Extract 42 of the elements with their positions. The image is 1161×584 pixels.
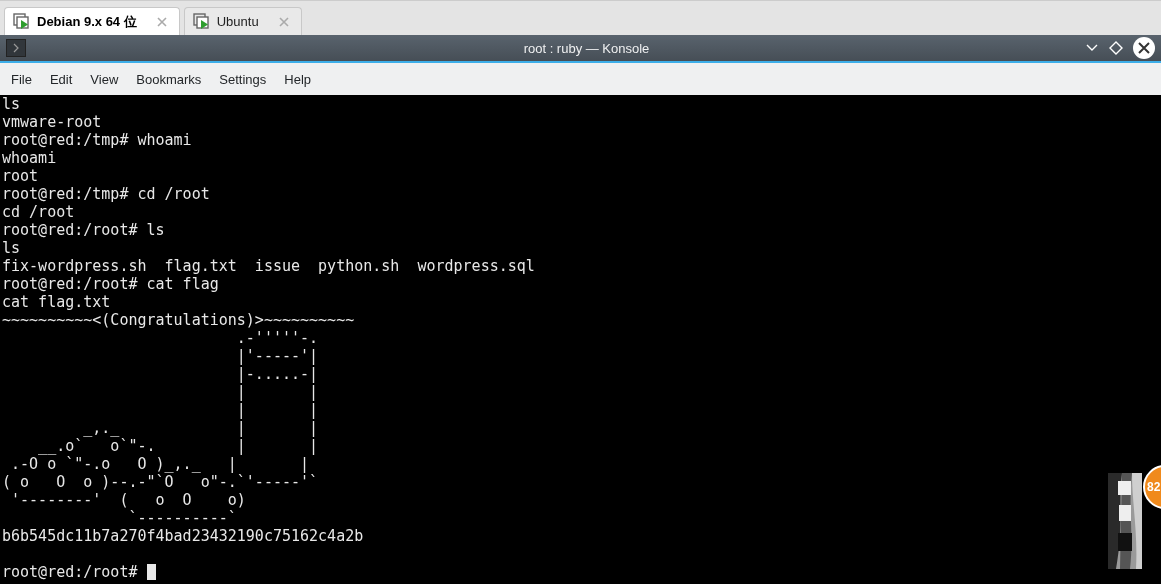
menu-item[interactable]: Bookmarks [127, 71, 211, 87]
terminal-line: b6b545dc11b7a270f4bad23432190c75162c4a2b [2, 527, 364, 545]
terminal-line: |-.....-| [235, 365, 319, 383]
terminal-line: | | [235, 383, 319, 401]
terminal-line: root@red:/tmp# whoami [2, 131, 192, 149]
terminal-line: fix-wordpress.sh flag.txt issue python.sh wordpress.sql [2, 257, 535, 275]
terminal-line: cat flag.txt [2, 293, 111, 311]
prompt-icon [12, 43, 20, 53]
menu-item[interactable]: View [81, 71, 128, 87]
terminal-line: vmware-root [2, 113, 102, 131]
terminal-line: '--------' ( o O o) [10, 491, 246, 509]
minimize-icon[interactable] [1085, 43, 1099, 53]
terminal-line: | | [235, 401, 319, 419]
vm-icon [192, 12, 211, 31]
terminal-line: ls [2, 239, 21, 257]
terminal-line: .-O o `"-.o O )_,._ | | [10, 455, 310, 473]
maximize-icon[interactable] [1109, 41, 1123, 55]
terminal-line: root@red:/root# ls [2, 221, 165, 239]
terminal-line: _,._ | | [82, 419, 319, 437]
terminal-line: .-'''''-. [235, 329, 319, 347]
terminal-prompt: root@red:/root# [2, 563, 139, 581]
terminal-line: __.o` o`"-. | | [37, 437, 319, 455]
terminal-line: ~~~~~~~~~~<(Congratulations)>~~~~~~~~~~ [2, 311, 355, 329]
app-menu-button[interactable] [6, 39, 26, 57]
vm-tab[interactable]: Ubuntu [183, 7, 302, 35]
menu-item[interactable]: Settings [210, 71, 276, 87]
terminal-line: ls [2, 95, 21, 113]
terminal-line: whoami [2, 149, 57, 167]
terminal-line: root@red:/root# cat flag [2, 275, 219, 293]
terminal-line: |'-----'| [235, 347, 319, 365]
close-icon[interactable] [1133, 37, 1155, 59]
terminal-line: root [2, 167, 39, 185]
menu-item[interactable]: File [2, 71, 41, 87]
terminal-line: root@red:/tmp# cd /root [2, 185, 210, 203]
menu-item[interactable]: Help [275, 71, 321, 87]
window-title: root : ruby — Konsole [522, 40, 651, 56]
terminal-line: ( o O o )--.-"`O o"-.`'-----'` [2, 473, 319, 491]
terminal-line: cd /root [2, 203, 75, 221]
vm-tab[interactable]: Debian 9.x 64 位 [4, 7, 180, 35]
terminal-line: `----------` [127, 509, 237, 527]
vm-icon [13, 12, 31, 31]
menu-item[interactable]: Edit [40, 71, 82, 87]
